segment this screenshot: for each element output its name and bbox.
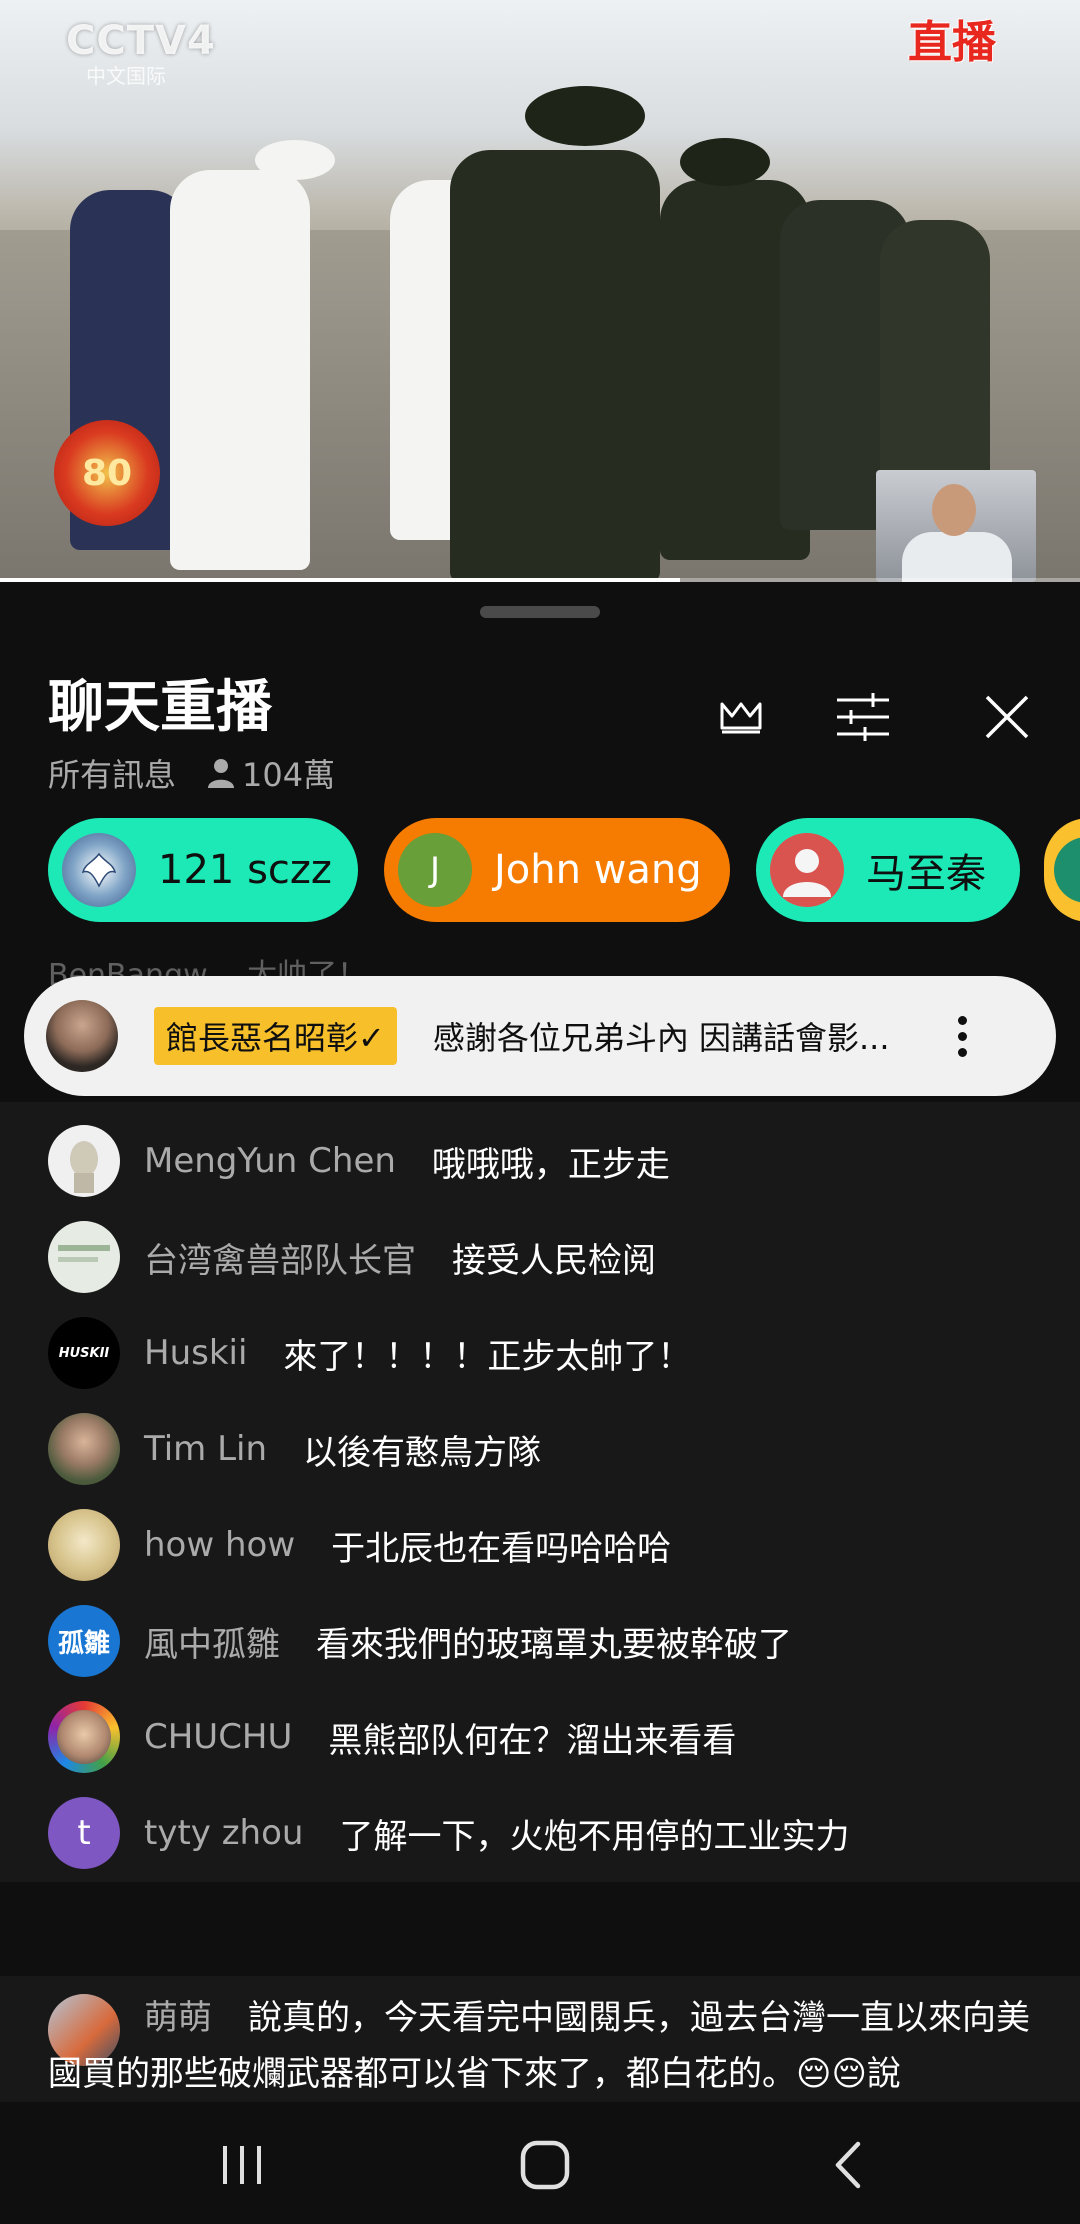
pill-avatar: J [398, 833, 472, 907]
chat-filter-label[interactable]: 所有訊息 [48, 750, 176, 796]
super-chat-pill[interactable]: 马至秦 [756, 818, 1020, 922]
message-text: 了解一下，火炮不用停的工业实力 [339, 1816, 850, 1857]
soldier-figure [170, 170, 310, 570]
settings-button[interactable] [828, 682, 898, 752]
user-avatar: 孤雛 [48, 1605, 120, 1677]
super-chat-pill[interactable]: 121 sczz [48, 818, 358, 922]
avatar-text: HUSKII [58, 1345, 110, 1361]
person-icon [208, 759, 235, 788]
message-text: 以後有憨鳥方隊 [303, 1432, 542, 1473]
pinned-avatar [46, 1000, 118, 1072]
soldier-figure [450, 150, 660, 582]
pill-name: 马至秦 [866, 851, 986, 897]
user-avatar [48, 1413, 120, 1485]
chat-message-expanded: 萌萌 說真的，今天看完中國閱兵，過去台灣一直以來向美國買的那些破爛武器都可以省下來… [0, 1976, 1080, 2102]
message-author: MengYun Chen [144, 1141, 396, 1181]
viewer-count: 104萬 [206, 750, 335, 796]
avatar-text: t [77, 1813, 91, 1853]
message-text: 看來我們的玻璃罩丸要被幹破了 [316, 1624, 792, 1665]
super-chat-pill[interactable]: J John wang [384, 818, 730, 922]
chat-message-list: MengYun Chen 哦哦哦，正步走 台湾禽兽部队长官 接受人民检阅 HUS… [0, 1102, 1080, 1882]
message-paragraph: 萌萌 說真的，今天看完中國閱兵，過去台灣一直以來向美國買的那些破爛武器都可以省下來… [48, 1990, 1038, 2102]
picture-in-picture [876, 470, 1036, 582]
chat-message: CHUCHU 黑熊部队何在？溜出来看看 [48, 1700, 736, 1774]
message-text: 哦哦哦，正步走 [431, 1144, 670, 1185]
channel-logo: CCTV4 [66, 18, 216, 64]
message-text: 來了！！！！正步太帥了！ [283, 1336, 692, 1377]
close-icon [985, 695, 1029, 739]
user-avatar: t [48, 1797, 120, 1869]
pill-name: 121 sczz [158, 847, 332, 893]
default-avatar-icon [770, 833, 844, 907]
chat-message: HUSKII Huskii 來了！！！！正步太帥了！ [48, 1316, 691, 1390]
soldier-cap [255, 140, 335, 180]
user-avatar: HUSKII [48, 1317, 120, 1389]
message-author: how how [144, 1525, 296, 1565]
system-nav-bar [0, 2102, 1080, 2224]
pill-avatar [770, 833, 844, 907]
recents-button[interactable] [202, 2130, 282, 2200]
pill-avatar [62, 833, 136, 907]
pip-person-shirt [902, 532, 1012, 582]
message-author: 風中孤雛 [144, 1624, 280, 1665]
pinned-author-tag: 館長惡名昭彰✓ [154, 1007, 397, 1065]
recents-icon [223, 2146, 261, 2184]
bird-icon [81, 852, 117, 888]
avatar-text: 孤雛 [57, 1628, 110, 1659]
home-icon [520, 2140, 570, 2190]
pill-name: John wang [494, 847, 702, 893]
live-label: 直播 [908, 17, 996, 68]
chat-message: how how 于北辰也在看吗哈哈哈 [48, 1508, 671, 1582]
close-button[interactable] [972, 682, 1042, 752]
message-author: 台湾禽兽部队长官 [144, 1240, 416, 1281]
message-text: 于北辰也在看吗哈哈哈 [331, 1528, 672, 1569]
document-avatar-icon [58, 1245, 110, 1262]
chat-title: 聊天重播 [48, 675, 272, 740]
chat-subtitle: 所有訊息 104萬 [48, 750, 335, 796]
user-avatar [48, 1509, 120, 1581]
user-avatar [48, 1221, 120, 1293]
chat-message: 孤雛 風中孤雛 看來我們的玻璃罩丸要被幹破了 [48, 1604, 792, 1678]
statue-avatar-icon [70, 1141, 98, 1193]
pill-avatar [1054, 837, 1080, 903]
channel-sub: 中文国际 [86, 64, 166, 88]
message-text: 接受人民检阅 [452, 1240, 656, 1281]
message-text: 黑熊部队何在？溜出来看看 [328, 1720, 737, 1761]
super-chat-ticker: 121 sczz J John wang 马至秦 [0, 818, 1080, 928]
back-button[interactable] [808, 2130, 888, 2200]
soldier-cap [525, 86, 645, 146]
soldier-cap [680, 138, 770, 186]
chat-sheet: 聊天重播 所有訊息 104萬 121 sczz J John wang 马至秦 … [0, 582, 1080, 2102]
message-author: 萌萌 [144, 1998, 212, 2038]
chat-message: MengYun Chen 哦哦哦，正步走 [48, 1124, 670, 1198]
back-icon [835, 2141, 861, 2189]
message-author: Huskii [144, 1333, 248, 1373]
chat-message: 台湾禽兽部队长官 接受人民检阅 [48, 1220, 656, 1294]
pinned-message[interactable]: 館長惡名昭彰✓ 感謝各位兄弟斗內 因講話會影... [24, 976, 1056, 1096]
sliders-icon [837, 693, 889, 741]
crown-icon [720, 702, 762, 734]
user-avatar [48, 1701, 120, 1773]
viewer-count-value: 104萬 [242, 756, 336, 794]
chat-message: t tyty zhou 了解一下，火炮不用停的工业实力 [48, 1796, 849, 1870]
message-author: tyty zhou [144, 1813, 304, 1853]
message-author: CHUCHU [144, 1717, 293, 1757]
anniversary-badge: 80 [54, 420, 160, 526]
video-player[interactable]: CCTV4 中文国际 直播 80 [0, 0, 1080, 582]
crown-button[interactable] [706, 682, 776, 752]
pinned-text: 感謝各位兄弟斗內 因講話會影... [432, 1019, 890, 1057]
user-avatar [48, 1125, 120, 1197]
drag-handle[interactable] [480, 606, 600, 618]
pip-person-face [932, 484, 976, 536]
super-chat-pill[interactable] [1044, 818, 1080, 922]
message-author: Tim Lin [144, 1429, 268, 1469]
avatar-face [57, 1710, 111, 1764]
home-button[interactable] [505, 2130, 585, 2200]
chat-message: Tim Lin 以後有憨鳥方隊 [48, 1412, 541, 1486]
more-options-icon[interactable] [943, 1006, 983, 1066]
